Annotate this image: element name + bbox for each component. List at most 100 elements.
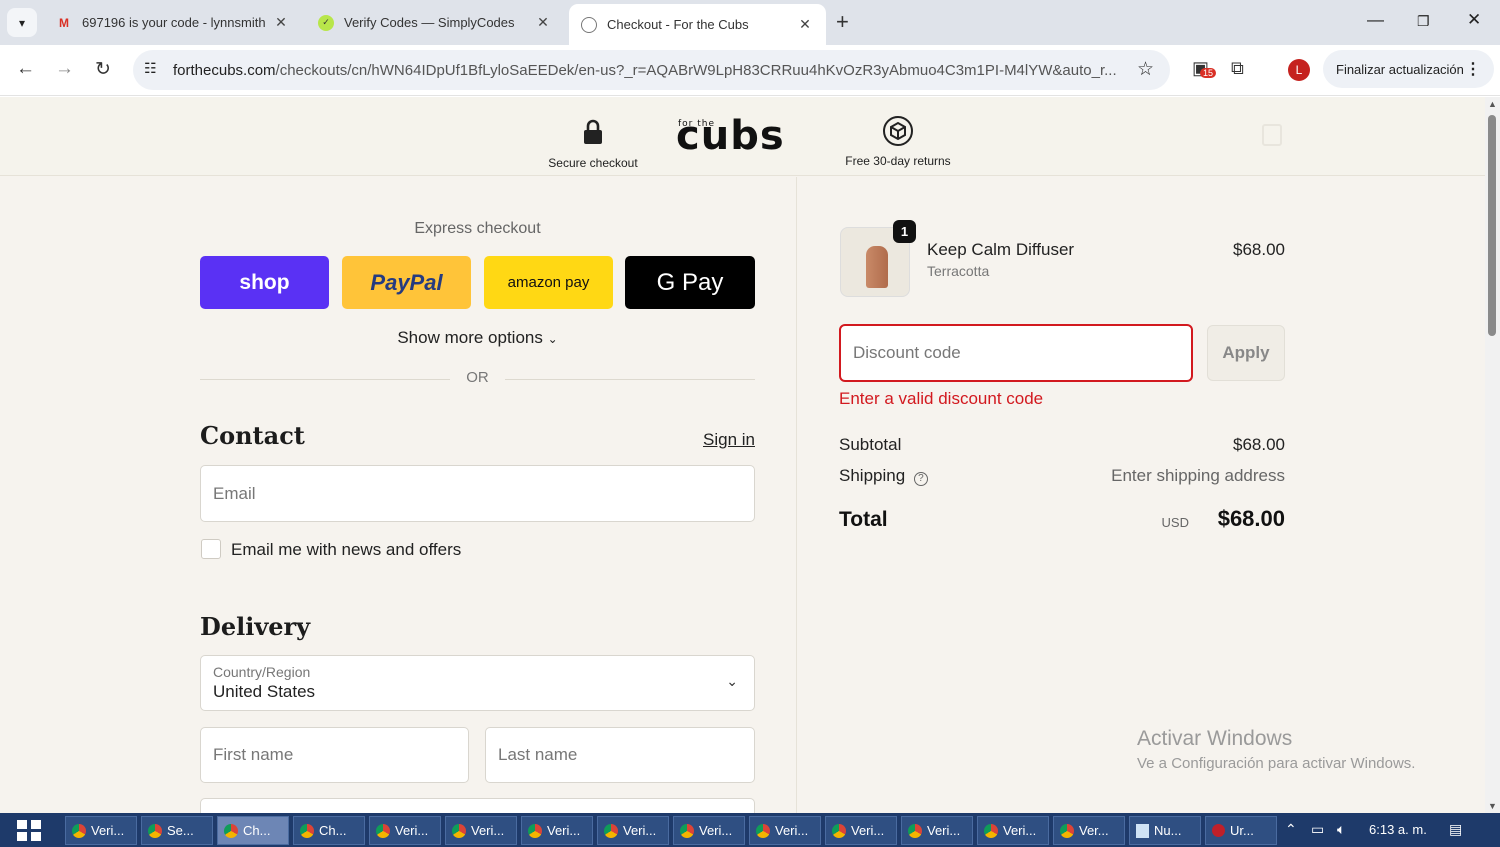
tab-gmail[interactable]: M 697196 is your code - lynnsmith ✕ — [44, 2, 302, 43]
url-path: /checkouts/cn/hWN64IDpUf1BfLyloSaEEDek/e… — [275, 61, 1117, 79]
sign-in-link[interactable]: Sign in — [703, 430, 755, 450]
or-divider: OR — [200, 369, 755, 389]
taskbar-item[interactable]: Ur... — [1205, 816, 1277, 845]
taskbar-item[interactable]: Veri... — [65, 816, 137, 845]
taskbar-label: Veri... — [623, 823, 657, 838]
google-pay-button[interactable]: G Pay — [625, 256, 755, 309]
scroll-up-icon[interactable]: ▲ — [1488, 99, 1497, 109]
address-bar[interactable]: ☷ forthecubs.com/checkouts/cn/hWN64IDpUf… — [133, 50, 1170, 90]
address-field[interactable] — [200, 798, 755, 813]
extension-icon[interactable]: ▣ 15 — [1192, 58, 1217, 79]
browser-tab-bar: ▾ M 697196 is your code - lynnsmith ✕ ✓ … — [0, 0, 1500, 45]
tab-search-button[interactable]: ▾ — [7, 8, 37, 37]
chrome-icon — [756, 823, 770, 838]
update-label: Finalizar actualización — [1336, 61, 1464, 77]
paypal-label: PayPal — [370, 269, 443, 295]
update-button[interactable]: Finalizar actualización ⋮ — [1323, 50, 1494, 88]
chrome-icon — [1060, 823, 1074, 838]
taskbar-item[interactable]: Veri... — [521, 816, 593, 845]
network-icon[interactable]: ▭ — [1311, 821, 1324, 838]
shipping-row: Shipping ? Enter shipping address — [839, 466, 1285, 486]
close-icon[interactable]: ✕ — [534, 14, 552, 31]
secure-checkout-badge: Secure checkout — [545, 119, 641, 170]
taskbar-item[interactable]: Veri... — [445, 816, 517, 845]
taskbar-item[interactable]: Se... — [141, 816, 213, 845]
site-info-icon[interactable]: ☷ — [144, 60, 157, 77]
paypal-button[interactable]: PayPal — [342, 256, 471, 309]
puzzle-icon[interactable]: ⧉ — [1231, 58, 1244, 79]
tab-title: 697196 is your code - lynnsmith — [82, 15, 266, 30]
taskbar-item[interactable]: Nu... — [1129, 816, 1201, 845]
taskbar-item[interactable]: Veri... — [673, 816, 745, 845]
forward-icon[interactable]: → — [55, 58, 74, 80]
reload-icon[interactable]: ↻ — [95, 58, 111, 81]
returns-label: Free 30-day returns — [845, 154, 951, 168]
cart-icon[interactable] — [1262, 124, 1282, 146]
taskbar-item[interactable]: Veri... — [597, 816, 669, 845]
taskbar-label: Veri... — [775, 823, 809, 838]
last-name-field[interactable]: Last name — [485, 727, 755, 783]
contact-heading: Contact — [200, 421, 305, 450]
google-pay-label: G Pay — [656, 268, 724, 296]
taskbar-label: Veri... — [699, 823, 733, 838]
tray-chevron-icon[interactable]: ⌃ — [1285, 821, 1297, 838]
taskbar-item[interactable]: Veri... — [901, 816, 973, 845]
shop-pay-button[interactable]: shop — [200, 256, 329, 309]
scrollbar-thumb[interactable] — [1488, 115, 1496, 336]
taskbar-label: Veri... — [851, 823, 885, 838]
page-scrollbar[interactable]: ▲ ▼ — [1485, 97, 1500, 813]
apply-discount-button[interactable]: Apply — [1207, 325, 1285, 381]
chrome-icon — [832, 823, 846, 838]
chrome-icon — [148, 823, 162, 838]
secure-label: Secure checkout — [548, 156, 638, 170]
first-name-field[interactable]: First name — [200, 727, 469, 783]
window-close-icon[interactable]: ✕ — [1467, 10, 1481, 30]
simplycodes-icon: ✓ — [318, 14, 334, 31]
news-checkbox[interactable] — [201, 539, 221, 559]
restore-icon[interactable]: ❐ — [1417, 13, 1430, 30]
bookmark-star-icon[interactable]: ☆ — [1137, 58, 1154, 81]
scroll-down-icon[interactable]: ▼ — [1488, 801, 1497, 811]
taskbar-item[interactable]: Veri... — [977, 816, 1049, 845]
tab-checkout[interactable]: Checkout - For the Cubs ✕ — [569, 4, 826, 45]
close-icon[interactable]: ✕ — [796, 16, 814, 33]
chevron-down-icon: ⌄ — [547, 332, 558, 346]
email-field[interactable]: Email — [200, 465, 755, 522]
profile-avatar[interactable]: L — [1288, 59, 1310, 81]
taskbar-item[interactable]: Veri... — [369, 816, 441, 845]
back-icon[interactable]: ← — [16, 58, 35, 80]
volume-icon[interactable]: 🔈︎ — [1337, 821, 1345, 838]
chrome-icon — [680, 823, 694, 838]
tab-simplycodes[interactable]: ✓ Verify Codes — SimplyCodes ✕ — [306, 2, 564, 43]
page-content: Secure checkout for the cubs Free 30-day … — [0, 97, 1485, 813]
taskbar-label: Ur... — [1230, 823, 1254, 838]
taskbar-item[interactable]: Ch... — [293, 816, 365, 845]
help-icon[interactable]: ? — [913, 472, 928, 486]
discount-code-input[interactable]: Discount code — [839, 324, 1193, 382]
brand-logo[interactable]: for the cubs — [676, 113, 785, 159]
notifications-icon[interactable]: ▤ — [1449, 821, 1462, 838]
taskbar-label: Veri... — [471, 823, 505, 838]
chrome-icon — [604, 823, 618, 838]
windows-taskbar: Veri... Se... Ch... Ch... Veri... Veri..… — [0, 813, 1500, 847]
taskbar-item[interactable]: Ch... — [217, 816, 289, 845]
chevron-down-icon: ▾ — [18, 15, 26, 30]
news-checkbox-label[interactable]: Email me with news and offers — [231, 540, 461, 560]
taskbar-item[interactable]: Veri... — [749, 816, 821, 845]
taskbar-item[interactable]: Veri... — [825, 816, 897, 845]
start-grid-icon[interactable] — [17, 820, 41, 841]
taskbar-item[interactable]: Ver... — [1053, 816, 1125, 845]
last-name-placeholder: Last name — [498, 745, 578, 764]
total-row: Total USD $68.00 — [839, 506, 1285, 532]
subtotal-row: Subtotal $68.00 — [839, 435, 1285, 455]
product-variant: Terracotta — [927, 263, 990, 279]
more-icon[interactable]: ⋮ — [1465, 59, 1481, 79]
new-tab-button[interactable]: + — [836, 9, 849, 35]
country-select[interactable]: Country/Region United States ⌄ — [200, 655, 755, 711]
show-more-options-button[interactable]: Show more options ⌄ — [200, 328, 755, 348]
clock[interactable]: 6:13 a. m. — [1369, 822, 1427, 837]
url-host: forthecubs.com — [173, 61, 276, 79]
minimize-icon[interactable]: — — [1367, 10, 1384, 30]
amazon-pay-button[interactable]: amazon pay — [484, 256, 613, 309]
close-icon[interactable]: ✕ — [272, 14, 290, 31]
